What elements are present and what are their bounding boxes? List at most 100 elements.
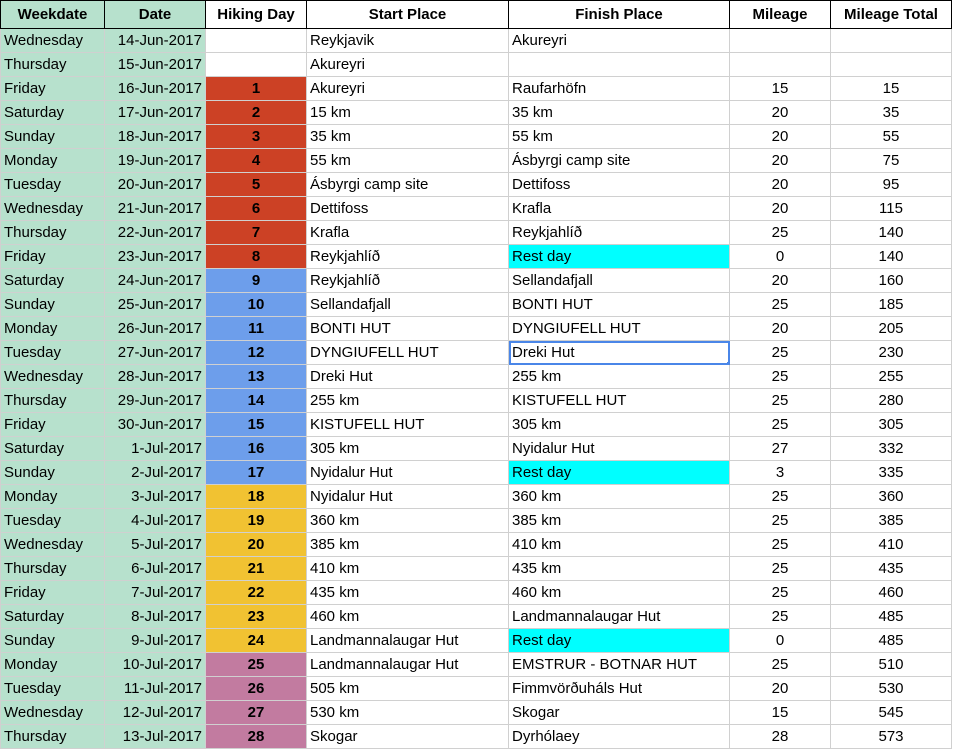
mileage-total-cell[interactable]: 255 <box>830 364 952 389</box>
date-cell[interactable]: 23-Jun-2017 <box>104 244 206 269</box>
weekday-cell[interactable]: Thursday <box>0 52 105 77</box>
hiking-day-cell[interactable] <box>205 52 307 77</box>
header-weekdate[interactable]: Weekdate <box>0 0 105 29</box>
date-cell[interactable]: 26-Jun-2017 <box>104 316 206 341</box>
start-place-cell[interactable]: 15 km <box>306 100 509 125</box>
header-mileage-total[interactable]: Mileage Total <box>830 0 952 29</box>
hiking-day-cell[interactable]: 14 <box>205 388 307 413</box>
date-cell[interactable]: 20-Jun-2017 <box>104 172 206 197</box>
weekday-cell[interactable]: Tuesday <box>0 508 105 533</box>
finish-place-cell[interactable]: Ásbyrgi camp site <box>508 148 730 173</box>
mileage-total-cell[interactable]: 140 <box>830 244 952 269</box>
date-cell[interactable]: 3-Jul-2017 <box>104 484 206 509</box>
date-cell[interactable]: 9-Jul-2017 <box>104 628 206 653</box>
mileage-cell[interactable]: 25 <box>729 340 831 365</box>
hiking-day-cell[interactable]: 13 <box>205 364 307 389</box>
mileage-cell[interactable]: 15 <box>729 700 831 725</box>
finish-place-cell[interactable]: DYNGIUFELL HUT <box>508 316 730 341</box>
finish-place-cell[interactable]: 460 km <box>508 580 730 605</box>
mileage-cell[interactable]: 20 <box>729 676 831 701</box>
hiking-day-cell[interactable]: 28 <box>205 724 307 749</box>
start-place-cell[interactable]: Landmannalaugar Hut <box>306 628 509 653</box>
finish-place-cell[interactable]: BONTI HUT <box>508 292 730 317</box>
mileage-total-cell[interactable]: 160 <box>830 268 952 293</box>
finish-place-cell[interactable]: Landmannalaugar Hut <box>508 604 730 629</box>
start-place-cell[interactable]: Akureyri <box>306 76 509 101</box>
date-cell[interactable]: 12-Jul-2017 <box>104 700 206 725</box>
hiking-day-cell[interactable]: 1 <box>205 76 307 101</box>
hiking-day-cell[interactable]: 5 <box>205 172 307 197</box>
hiking-day-cell[interactable]: 11 <box>205 316 307 341</box>
hiking-day-cell[interactable]: 8 <box>205 244 307 269</box>
finish-place-cell[interactable]: KISTUFELL HUT <box>508 388 730 413</box>
finish-place-cell[interactable]: Krafla <box>508 196 730 221</box>
mileage-total-cell[interactable]: 115 <box>830 196 952 221</box>
hiking-day-cell[interactable]: 26 <box>205 676 307 701</box>
start-place-cell[interactable]: Landmannalaugar Hut <box>306 652 509 677</box>
mileage-cell[interactable]: 20 <box>729 124 831 149</box>
hiking-day-cell[interactable]: 2 <box>205 100 307 125</box>
weekday-cell[interactable]: Wednesday <box>0 364 105 389</box>
date-cell[interactable]: 15-Jun-2017 <box>104 52 206 77</box>
weekday-cell[interactable]: Tuesday <box>0 340 105 365</box>
mileage-cell[interactable]: 20 <box>729 172 831 197</box>
finish-place-cell[interactable]: Raufarhöfn <box>508 76 730 101</box>
hiking-day-cell[interactable]: 27 <box>205 700 307 725</box>
mileage-total-cell[interactable] <box>830 52 952 77</box>
start-place-cell[interactable]: 460 km <box>306 604 509 629</box>
date-cell[interactable]: 13-Jul-2017 <box>104 724 206 749</box>
weekday-cell[interactable]: Friday <box>0 580 105 605</box>
mileage-total-cell[interactable]: 305 <box>830 412 952 437</box>
mileage-total-cell[interactable]: 55 <box>830 124 952 149</box>
mileage-cell[interactable]: 25 <box>729 220 831 245</box>
mileage-total-cell[interactable]: 510 <box>830 652 952 677</box>
hiking-day-cell[interactable]: 6 <box>205 196 307 221</box>
hiking-day-cell[interactable]: 18 <box>205 484 307 509</box>
date-cell[interactable]: 7-Jul-2017 <box>104 580 206 605</box>
date-cell[interactable]: 10-Jul-2017 <box>104 652 206 677</box>
weekday-cell[interactable]: Wednesday <box>0 532 105 557</box>
mileage-total-cell[interactable]: 140 <box>830 220 952 245</box>
hiking-day-cell[interactable]: 24 <box>205 628 307 653</box>
finish-place-cell[interactable]: 435 km <box>508 556 730 581</box>
date-cell[interactable]: 11-Jul-2017 <box>104 676 206 701</box>
mileage-total-cell[interactable]: 185 <box>830 292 952 317</box>
weekday-cell[interactable]: Monday <box>0 484 105 509</box>
weekday-cell[interactable]: Thursday <box>0 220 105 245</box>
weekday-cell[interactable]: Monday <box>0 148 105 173</box>
hiking-day-cell[interactable]: 17 <box>205 460 307 485</box>
start-place-cell[interactable]: 410 km <box>306 556 509 581</box>
mileage-total-cell[interactable]: 332 <box>830 436 952 461</box>
mileage-total-cell[interactable]: 435 <box>830 556 952 581</box>
mileage-total-cell[interactable]: 485 <box>830 604 952 629</box>
start-place-cell[interactable]: 55 km <box>306 148 509 173</box>
finish-place-cell[interactable]: Rest day <box>508 628 730 653</box>
date-cell[interactable]: 30-Jun-2017 <box>104 412 206 437</box>
mileage-cell[interactable]: 28 <box>729 724 831 749</box>
start-place-cell[interactable]: Reykjahlíð <box>306 244 509 269</box>
weekday-cell[interactable]: Monday <box>0 652 105 677</box>
date-cell[interactable]: 24-Jun-2017 <box>104 268 206 293</box>
start-place-cell[interactable]: Reykjavik <box>306 28 509 53</box>
start-place-cell[interactable]: 435 km <box>306 580 509 605</box>
mileage-total-cell[interactable]: 485 <box>830 628 952 653</box>
mileage-cell[interactable]: 25 <box>729 364 831 389</box>
date-cell[interactable]: 4-Jul-2017 <box>104 508 206 533</box>
weekday-cell[interactable]: Friday <box>0 244 105 269</box>
date-cell[interactable]: 2-Jul-2017 <box>104 460 206 485</box>
mileage-cell[interactable]: 20 <box>729 196 831 221</box>
start-place-cell[interactable]: 305 km <box>306 436 509 461</box>
start-place-cell[interactable]: Akureyri <box>306 52 509 77</box>
weekday-cell[interactable]: Thursday <box>0 388 105 413</box>
mileage-cell[interactable]: 0 <box>729 628 831 653</box>
weekday-cell[interactable]: Thursday <box>0 556 105 581</box>
mileage-cell[interactable]: 25 <box>729 388 831 413</box>
mileage-cell[interactable]: 25 <box>729 484 831 509</box>
finish-place-cell[interactable] <box>508 52 730 77</box>
mileage-total-cell[interactable]: 335 <box>830 460 952 485</box>
mileage-total-cell[interactable]: 573 <box>830 724 952 749</box>
start-place-cell[interactable]: Sellandafjall <box>306 292 509 317</box>
weekday-cell[interactable]: Monday <box>0 316 105 341</box>
mileage-total-cell[interactable]: 460 <box>830 580 952 605</box>
mileage-total-cell[interactable]: 15 <box>830 76 952 101</box>
